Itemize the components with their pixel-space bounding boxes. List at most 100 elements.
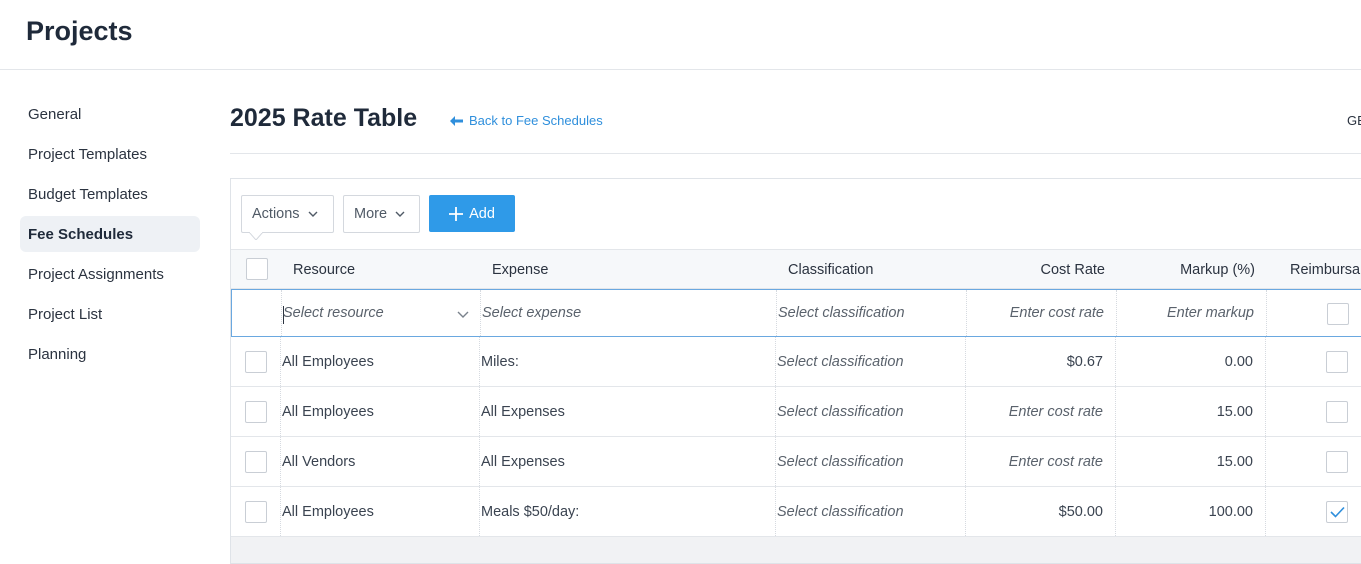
expense-select-input[interactable]: Select expense bbox=[482, 290, 772, 336]
rate-table: Resource Expense Classification Cost Rat… bbox=[231, 249, 1361, 537]
column-separator bbox=[281, 290, 282, 336]
cost-rate-cell[interactable]: $50.00 bbox=[967, 487, 1103, 536]
actions-label: Actions bbox=[252, 206, 300, 222]
table-row[interactable]: All Employees Meals $50/day: Select clas… bbox=[231, 487, 1361, 537]
resource-cell[interactable]: All Vendors bbox=[282, 437, 472, 486]
dropdown-caret bbox=[249, 232, 263, 240]
resource-select-input[interactable]: Select resource bbox=[283, 290, 473, 336]
row-select-checkbox[interactable] bbox=[245, 351, 267, 373]
currency-label: GBP bbox=[1347, 113, 1361, 128]
column-header-expense[interactable]: Expense bbox=[492, 250, 548, 289]
row-select-checkbox[interactable] bbox=[245, 501, 267, 523]
classification-cell[interactable]: Select classification bbox=[777, 387, 962, 436]
column-separator bbox=[479, 337, 480, 386]
table-toolbar: Actions More Add bbox=[231, 179, 1361, 249]
column-header-markup[interactable]: Markup (%) bbox=[1116, 250, 1255, 289]
reimbursable-checkbox[interactable] bbox=[1327, 303, 1349, 325]
cost-rate-input[interactable]: Enter cost rate bbox=[968, 290, 1104, 336]
cost-rate-cell[interactable]: Enter cost rate bbox=[967, 387, 1103, 436]
column-separator bbox=[1265, 337, 1266, 386]
sidebar-item-fee-schedules[interactable]: Fee Schedules bbox=[20, 216, 200, 252]
cost-rate-cell[interactable]: Enter cost rate bbox=[967, 437, 1103, 486]
table-row[interactable]: All Vendors All Expenses Select classifi… bbox=[231, 437, 1361, 487]
sidebar-item-planning[interactable]: Planning bbox=[20, 336, 200, 372]
sidebar-item-general[interactable]: General bbox=[20, 96, 200, 132]
resource-cell[interactable]: All Employees bbox=[282, 487, 472, 536]
column-separator bbox=[965, 387, 966, 436]
reimbursable-checkbox[interactable] bbox=[1326, 351, 1348, 373]
column-separator bbox=[965, 337, 966, 386]
reimbursable-checkbox[interactable] bbox=[1326, 501, 1348, 523]
column-separator bbox=[775, 487, 776, 536]
column-separator bbox=[1115, 337, 1116, 386]
reimbursable-checkbox[interactable] bbox=[1326, 401, 1348, 423]
page-header: 2025 Rate Table Back to Fee Schedules GB… bbox=[230, 100, 1361, 154]
plus-icon bbox=[449, 206, 464, 221]
column-separator bbox=[775, 437, 776, 486]
column-separator bbox=[1265, 387, 1266, 436]
top-bar: Projects bbox=[0, 0, 1361, 70]
back-link-label: Back to Fee Schedules bbox=[469, 113, 603, 128]
markup-cell[interactable]: 0.00 bbox=[1117, 337, 1253, 386]
sidebar-item-project-templates[interactable]: Project Templates bbox=[20, 136, 200, 172]
classification-cell[interactable]: Select classification bbox=[777, 487, 962, 536]
classification-select-input[interactable]: Select classification bbox=[778, 290, 963, 336]
more-dropdown-button[interactable]: More bbox=[343, 195, 420, 233]
column-separator bbox=[280, 387, 281, 436]
classification-cell[interactable]: Select classification bbox=[777, 337, 962, 386]
column-header-resource[interactable]: Resource bbox=[293, 250, 355, 289]
expense-cell[interactable]: Miles: bbox=[481, 337, 771, 386]
markup-input[interactable]: Enter markup bbox=[1118, 290, 1254, 336]
column-separator bbox=[966, 290, 967, 336]
sidebar-item-budget-templates[interactable]: Budget Templates bbox=[20, 176, 200, 212]
expense-cell[interactable]: All Expenses bbox=[481, 387, 771, 436]
markup-cell[interactable]: 100.00 bbox=[1117, 487, 1253, 536]
arrow-left-icon bbox=[450, 115, 463, 126]
column-separator bbox=[776, 290, 777, 336]
page-title: 2025 Rate Table bbox=[230, 104, 418, 132]
table-header-row: Resource Expense Classification Cost Rat… bbox=[231, 249, 1361, 289]
column-separator bbox=[280, 337, 281, 386]
column-header-reimbursable[interactable]: Reimbursable bbox=[1290, 250, 1361, 289]
column-separator bbox=[479, 487, 480, 536]
checkmark-icon bbox=[1330, 506, 1345, 518]
classification-cell[interactable]: Select classification bbox=[777, 437, 962, 486]
select-all-checkbox[interactable] bbox=[246, 258, 268, 280]
add-button[interactable]: Add bbox=[429, 195, 515, 232]
column-separator bbox=[280, 487, 281, 536]
column-separator bbox=[280, 437, 281, 486]
rate-table-panel: Actions More Add Resource Expense Classi… bbox=[230, 178, 1361, 564]
markup-cell[interactable]: 15.00 bbox=[1117, 387, 1253, 436]
actions-dropdown-button[interactable]: Actions bbox=[241, 195, 334, 233]
sidebar-nav: General Project Templates Budget Templat… bbox=[20, 96, 200, 376]
table-row[interactable]: All Employees All Expenses Select classi… bbox=[231, 387, 1361, 437]
column-separator bbox=[775, 337, 776, 386]
chevron-down-icon bbox=[395, 211, 405, 217]
chevron-down-icon[interactable] bbox=[457, 311, 469, 318]
row-select-checkbox[interactable] bbox=[245, 401, 267, 423]
cost-rate-cell[interactable]: $0.67 bbox=[967, 337, 1103, 386]
back-to-fee-schedules-link[interactable]: Back to Fee Schedules bbox=[450, 113, 603, 128]
app-title: Projects bbox=[26, 16, 133, 46]
column-separator bbox=[479, 387, 480, 436]
column-separator bbox=[965, 487, 966, 536]
column-separator bbox=[965, 437, 966, 486]
column-separator bbox=[775, 387, 776, 436]
column-separator bbox=[1265, 487, 1266, 536]
sidebar-item-project-assignments[interactable]: Project Assignments bbox=[20, 256, 200, 292]
column-header-classification[interactable]: Classification bbox=[788, 250, 873, 289]
sidebar-item-project-list[interactable]: Project List bbox=[20, 296, 200, 332]
reimbursable-checkbox[interactable] bbox=[1326, 451, 1348, 473]
add-label: Add bbox=[469, 205, 495, 222]
table-row[interactable]: All Employees Miles: Select classificati… bbox=[231, 337, 1361, 387]
expense-cell[interactable]: Meals $50/day: bbox=[481, 487, 771, 536]
resource-cell[interactable]: All Employees bbox=[282, 337, 472, 386]
column-separator bbox=[479, 437, 480, 486]
markup-cell[interactable]: 15.00 bbox=[1117, 437, 1253, 486]
column-separator bbox=[1116, 290, 1117, 336]
resource-cell[interactable]: All Employees bbox=[282, 387, 472, 436]
column-header-cost-rate[interactable]: Cost Rate bbox=[966, 250, 1105, 289]
expense-cell[interactable]: All Expenses bbox=[481, 437, 771, 486]
row-select-checkbox[interactable] bbox=[245, 451, 267, 473]
column-separator bbox=[1115, 387, 1116, 436]
